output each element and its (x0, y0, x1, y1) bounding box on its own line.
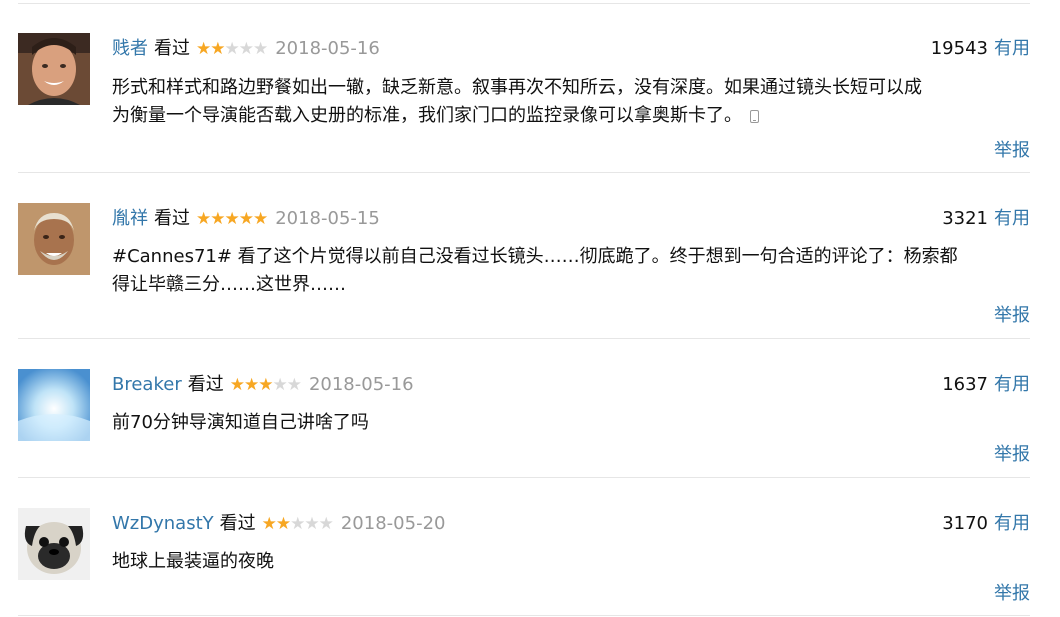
username-link[interactable]: WzDynastY (112, 513, 214, 534)
comment-content: 前70分钟导演知道自己讲啥了吗 (112, 409, 1032, 437)
phone-icon (750, 110, 759, 123)
votes: 19543 有用 (931, 37, 1030, 61)
comment-meta: 胤祥 看过 ★★★★★ 2018-05-15 (112, 207, 380, 231)
content-line: 地球上最装逼的夜晚 (112, 551, 274, 572)
watch-status: 看过 (187, 374, 224, 395)
comment-date: 2018-05-20 (340, 513, 446, 534)
content-line: 形式和样式和路边野餐如出一辙，缺乏新意。叙事再次不知所云，没有深度。如果通过镜头… (112, 77, 922, 98)
content-line-with-icon: 为衡量一个导演能否载入史册的标准，我们家门口的监控录像可以拿奥斯卡了。 (112, 102, 1032, 130)
username-link[interactable]: Breaker (112, 374, 182, 395)
content-line: 得让毕赣三分……这世界…… (112, 274, 346, 295)
votes: 3321 有用 (942, 207, 1030, 231)
comment-meta: 贱者 看过 ★★★★★ 2018-05-16 (112, 37, 380, 61)
votes: 3170 有用 (942, 512, 1030, 536)
comment-meta: Breaker 看过 ★★★★★ 2018-05-16 (112, 373, 414, 397)
useful-button[interactable]: 有用 (994, 38, 1030, 59)
report-link[interactable]: 举报 (994, 304, 1030, 328)
report-link[interactable]: 举报 (994, 443, 1030, 467)
content-line: 前70分钟导演知道自己讲啥了吗 (112, 412, 369, 433)
content-line: 为衡量一个导演能否载入史册的标准，我们家门口的监控录像可以拿奥斯卡了。 (112, 105, 742, 126)
useful-button[interactable]: 有用 (994, 513, 1030, 534)
comment-meta: WzDynastY 看过 ★★★★★ 2018-05-20 (112, 512, 445, 536)
avatar[interactable] (18, 508, 90, 580)
rating-stars: ★★★★★ (261, 514, 334, 534)
comment-divider (18, 477, 1030, 478)
rating-stars: ★★★★★ (196, 39, 268, 59)
report-link[interactable]: 举报 (994, 582, 1030, 606)
votes: 1637 有用 (942, 373, 1030, 397)
comment-divider (18, 615, 1030, 616)
comment-content: #Cannes71# 看了这个片觉得以前自己没看过长镜头……彻底跪了。终于想到一… (112, 243, 1032, 299)
avatar[interactable] (18, 369, 90, 441)
report-link[interactable]: 举报 (994, 139, 1030, 163)
vote-count: 3321 (942, 208, 988, 229)
vote-count: 1637 (942, 374, 988, 395)
avatar[interactable] (18, 203, 90, 275)
useful-button[interactable]: 有用 (994, 208, 1030, 229)
useful-button[interactable]: 有用 (994, 374, 1030, 395)
comment-date: 2018-05-16 (275, 38, 380, 59)
avatar[interactable] (18, 33, 90, 105)
watch-status: 看过 (154, 38, 190, 59)
watch-status: 看过 (154, 208, 190, 229)
rating-stars: ★★★★★ (196, 209, 268, 229)
top-divider (18, 3, 1030, 4)
content-line: #Cannes71# 看了这个片觉得以前自己没看过长镜头……彻底跪了。终于想到一… (112, 246, 958, 267)
comment-date: 2018-05-16 (308, 374, 414, 395)
username-link[interactable]: 贱者 (112, 38, 148, 59)
comment-divider (18, 172, 1030, 173)
rating-stars: ★★★★★ (229, 375, 302, 395)
comment-divider (18, 338, 1030, 339)
comment-content: 地球上最装逼的夜晚 (112, 548, 1032, 576)
comment-content: 形式和样式和路边野餐如出一辙，缺乏新意。叙事再次不知所云，没有深度。如果通过镜头… (112, 74, 1032, 130)
comment-date: 2018-05-15 (275, 208, 380, 229)
username-link[interactable]: 胤祥 (112, 208, 148, 229)
vote-count: 19543 (930, 38, 988, 59)
vote-count: 3170 (942, 513, 988, 534)
watch-status: 看过 (219, 513, 256, 534)
